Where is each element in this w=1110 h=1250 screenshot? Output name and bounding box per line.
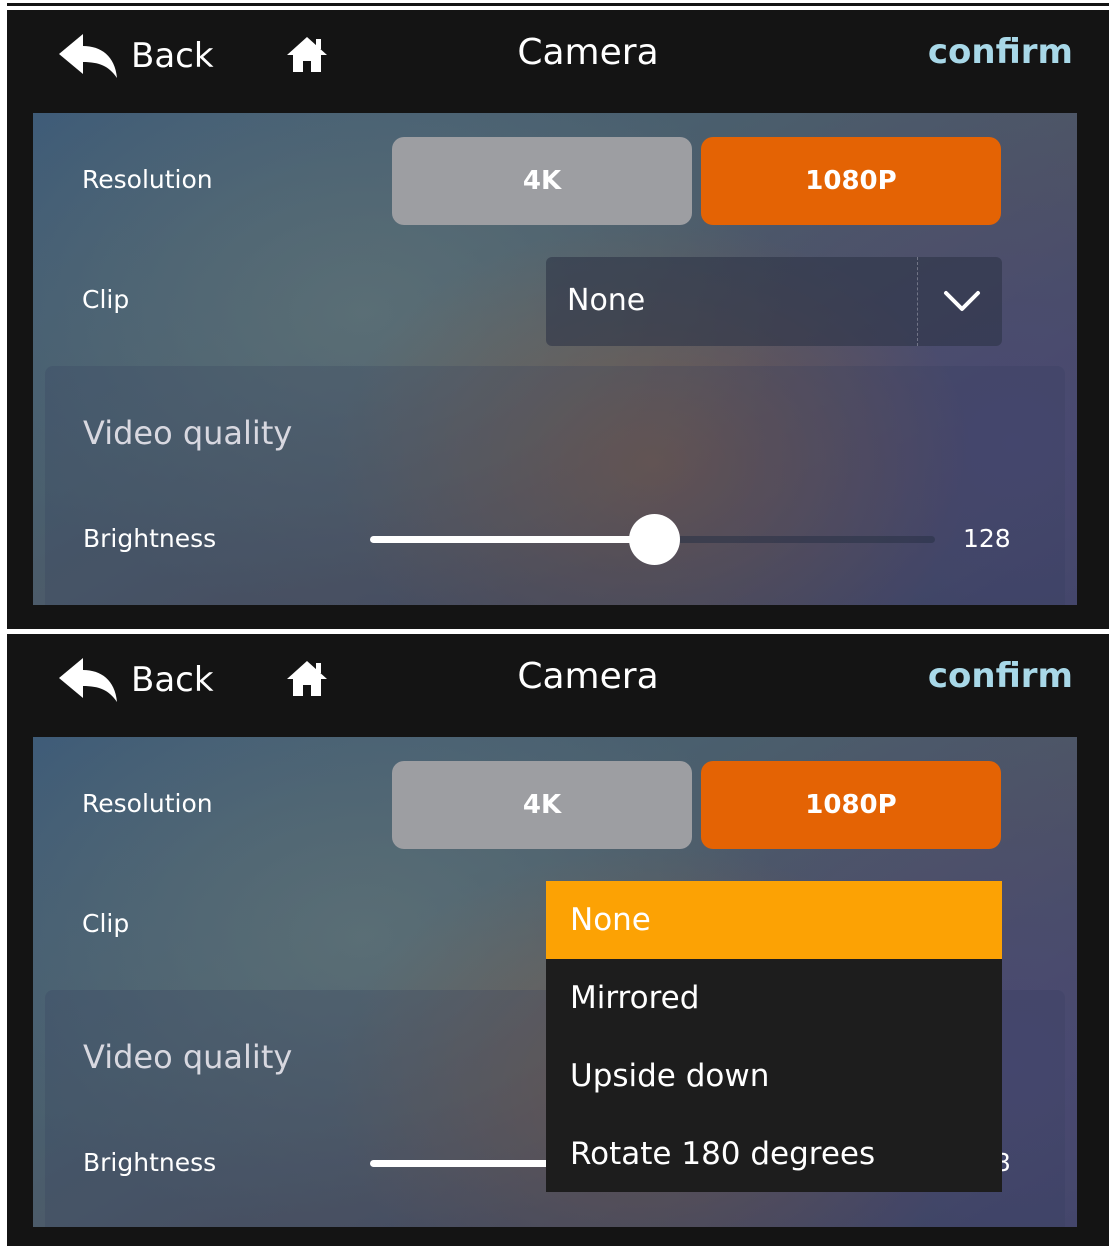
resolution-4k-button[interactable]: 4K (392, 761, 692, 849)
clip-select[interactable]: None (546, 257, 1002, 346)
resolution-4k-button[interactable]: 4K (392, 137, 692, 225)
video-quality-title: Video quality (83, 1038, 293, 1076)
header-bar: Back Camera confirm (7, 634, 1109, 734)
brightness-label: Brightness (83, 524, 217, 553)
top-border (7, 3, 1109, 6)
camera-screen-closed: Back Camera confirm Resolution 4K 1080P … (7, 10, 1109, 629)
clip-option-mirrored[interactable]: Mirrored (546, 959, 1002, 1037)
brightness-slider-knob[interactable] (629, 514, 680, 565)
brightness-value: 128 (963, 524, 1011, 553)
clip-dropdown-menu: None Mirrored Upside down Rotate 180 deg… (546, 881, 1002, 1192)
settings-content: Resolution 4K 1080P Clip None Video qual… (33, 113, 1077, 605)
camera-screen-dropdown-open: Back Camera confirm Resolution 4K 1080P … (7, 634, 1109, 1246)
resolution-label: Resolution (82, 789, 213, 818)
resolution-1080p-button[interactable]: 1080P (701, 137, 1001, 225)
confirm-button[interactable]: confirm (928, 32, 1073, 72)
brightness-label: Brightness (83, 1148, 217, 1177)
video-quality-title: Video quality (83, 414, 293, 452)
header-bar: Back Camera confirm (7, 10, 1109, 110)
clip-option-none[interactable]: None (546, 881, 1002, 959)
clip-option-upside-down[interactable]: Upside down (546, 1037, 1002, 1115)
brightness-slider-fill (370, 536, 654, 543)
clip-label: Clip (82, 285, 130, 314)
clip-option-rotate-180[interactable]: Rotate 180 degrees (546, 1115, 1002, 1193)
brightness-slider[interactable] (370, 514, 935, 565)
clip-select-value: None (567, 283, 646, 318)
select-divider (917, 257, 918, 346)
clip-label: Clip (82, 909, 130, 938)
video-quality-section: Video quality Brightness 128 (45, 366, 1065, 605)
resolution-1080p-button[interactable]: 1080P (701, 761, 1001, 849)
chevron-down-icon (944, 291, 980, 311)
confirm-button[interactable]: confirm (928, 656, 1073, 696)
resolution-label: Resolution (82, 165, 213, 194)
